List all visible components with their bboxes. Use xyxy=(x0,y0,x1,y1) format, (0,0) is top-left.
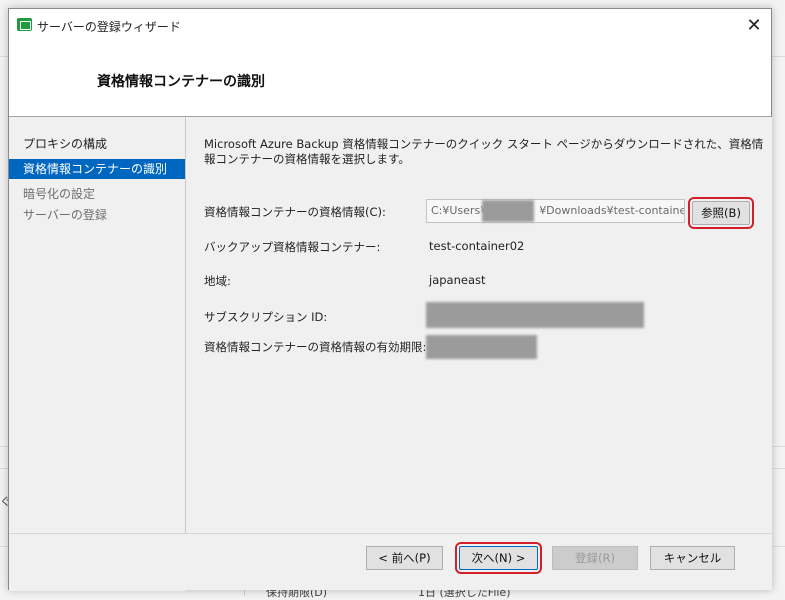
step-server-registration: サーバーの登録 xyxy=(23,208,107,222)
path-suffix: ¥Downloads¥test-container( xyxy=(539,204,685,217)
close-button[interactable]: ✕ xyxy=(737,9,771,41)
register-button: 登録(R) xyxy=(552,546,638,570)
backup-vault-label: バックアップ資格情報コンテナー: xyxy=(204,240,381,254)
next-button[interactable]: 次へ(N) > xyxy=(455,542,542,574)
wizard-header: 資格情報コンテナーの識別 xyxy=(9,41,771,117)
page-title: 資格情報コンテナーの識別 xyxy=(97,74,265,90)
close-icon: ✕ xyxy=(746,14,762,36)
redacted-expiry-date xyxy=(426,335,537,359)
back-button[interactable]: < 前へ(P) xyxy=(366,546,443,570)
region-label: 地域: xyxy=(204,274,231,288)
redacted-subscription-id xyxy=(426,302,644,328)
azure-backup-app-icon xyxy=(17,18,32,31)
wizard-content: Microsoft Azure Backup 資格情報コンテナーのクイック スタ… xyxy=(185,117,772,533)
step-vault-identification[interactable]: 資格情報コンテナーの識別 xyxy=(9,159,185,179)
region-value: japaneast xyxy=(429,273,486,287)
step-proxy-configuration[interactable]: プロキシの構成 xyxy=(9,134,185,154)
wizard-footer: < 前へ(P) 次へ(N) > 登録(R) キャンセル xyxy=(185,534,772,590)
vault-credentials-label: 資格情報コンテナーの資格情報(C): xyxy=(204,205,386,219)
subscription-id-label: サブスクリプション ID: xyxy=(204,310,328,324)
step-encryption-settings: 暗号化の設定 xyxy=(23,187,96,201)
instruction-text: Microsoft Azure Backup 資格情報コンテナーのクイック スタ… xyxy=(204,137,764,166)
browse-button[interactable]: 参照(B) xyxy=(688,197,754,229)
wizard-steps: プロキシの構成 資格情報コンテナーの識別 暗号化の設定 サーバーの登録 xyxy=(9,117,185,591)
backup-vault-value: test-container02 xyxy=(429,239,525,253)
redacted-username xyxy=(482,200,534,222)
cancel-button[interactable]: キャンセル xyxy=(650,546,735,570)
vault-credentials-path-input[interactable]: C:¥Users¥ ¥Downloads¥test-container( xyxy=(426,199,685,223)
register-server-wizard-dialog: サーバーの登録ウィザード ✕ 資格情報コンテナーの識別 プロキシの構成 資格情報… xyxy=(8,8,773,591)
expiry-label: 資格情報コンテナーの資格情報の有効期限: xyxy=(204,340,427,354)
path-prefix: C:¥Users¥ xyxy=(431,204,488,217)
title-bar[interactable]: サーバーの登録ウィザード ✕ xyxy=(9,9,771,41)
window-title: サーバーの登録ウィザード xyxy=(37,20,181,34)
